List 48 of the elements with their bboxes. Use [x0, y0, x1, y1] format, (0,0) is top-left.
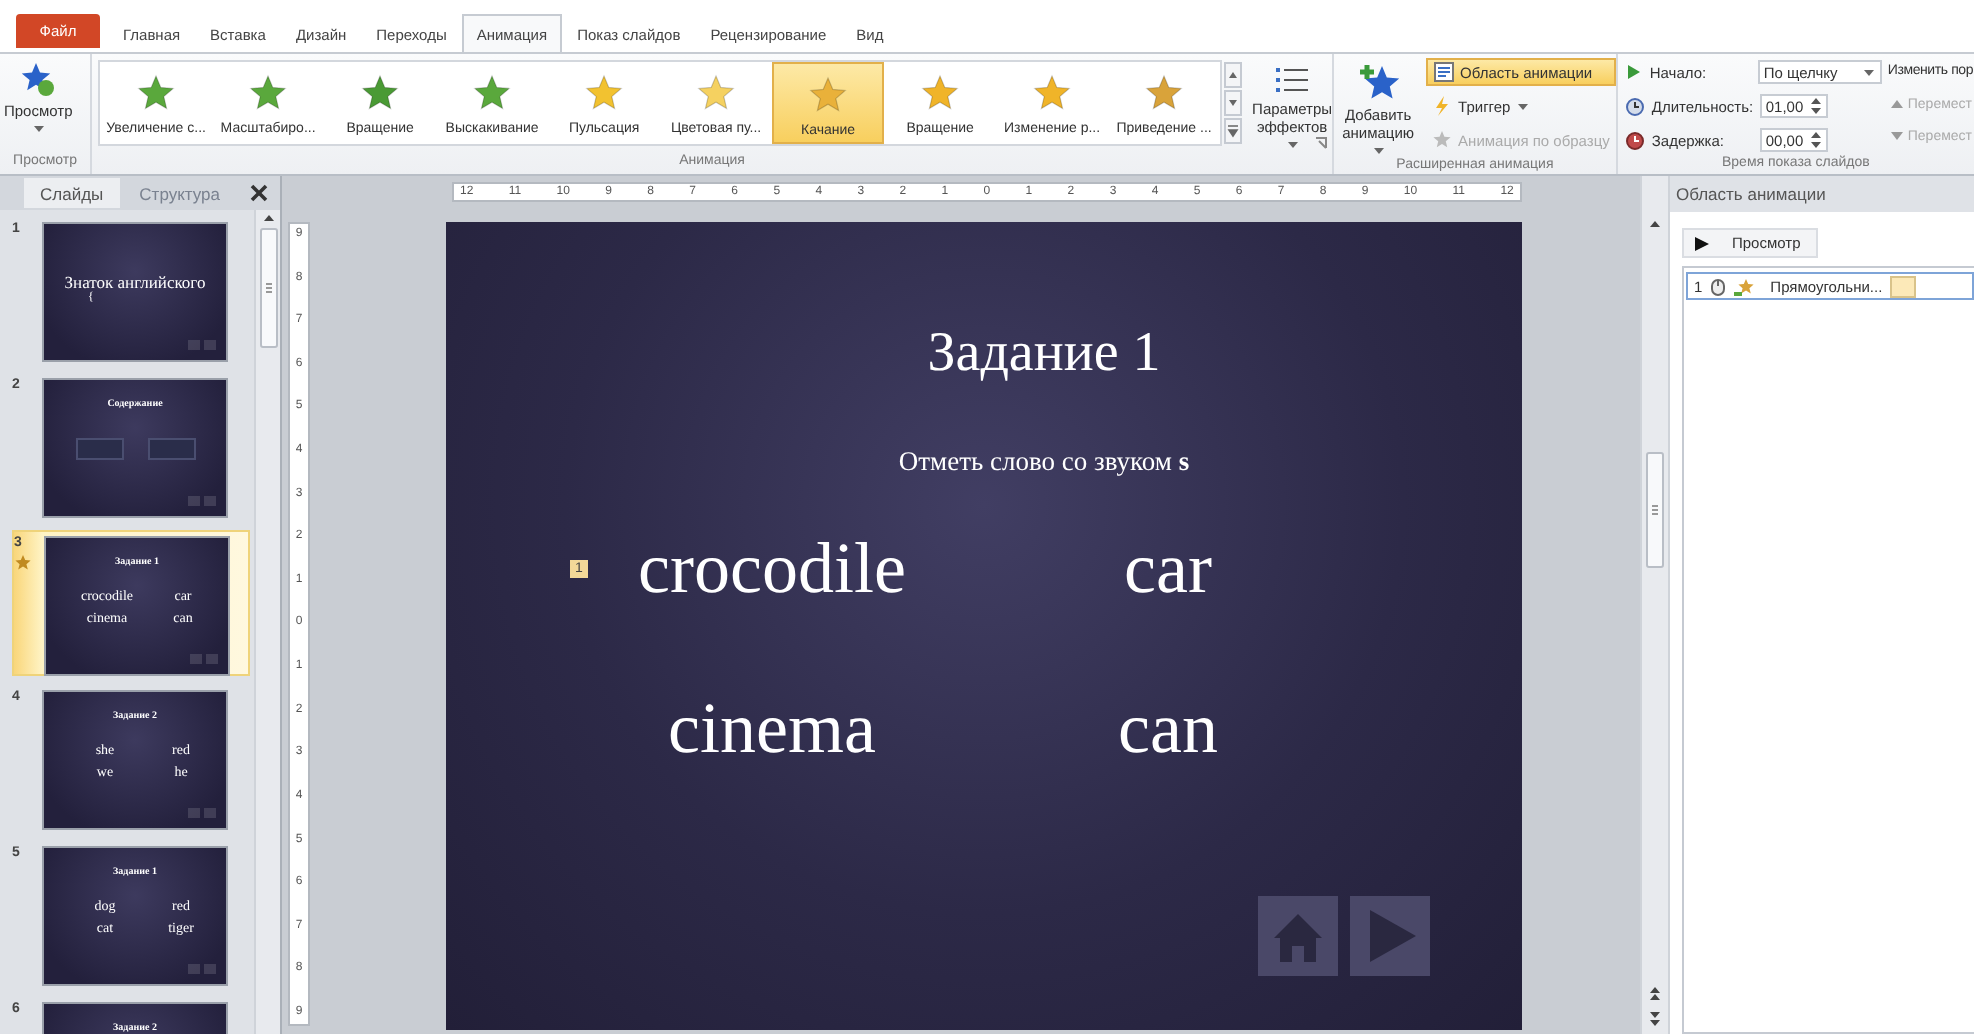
effect-icon — [1734, 277, 1757, 295]
nav-buttons-icon — [190, 654, 218, 664]
scroll-thumb-icon — [259, 228, 277, 348]
lightning-icon — [1432, 96, 1453, 116]
star-icon — [1432, 130, 1453, 150]
thumbnail-button — [147, 438, 195, 460]
play-icon — [1694, 235, 1710, 251]
nav-buttons-icon — [188, 340, 216, 350]
scroll-up-icon — [1644, 216, 1666, 232]
thumbnail-button — [75, 438, 123, 460]
caret-icon — [1516, 101, 1531, 111]
spinner-icon — [1809, 130, 1822, 150]
nav-buttons-icon — [188, 808, 216, 818]
caret-icon — [1285, 140, 1300, 150]
scrollbar[interactable] — [254, 210, 280, 1034]
mouse-icon — [1710, 277, 1727, 295]
pane-icon — [1434, 62, 1455, 82]
list-icon — [1274, 64, 1311, 96]
play-icon — [1350, 896, 1430, 976]
clock-icon — [1625, 131, 1644, 149]
scroll-thumb-icon — [1646, 452, 1664, 568]
caret-icon — [1371, 146, 1386, 156]
spinner-icon — [1809, 96, 1822, 116]
play-icon — [1625, 64, 1642, 80]
pane-title: Область анимации — [1670, 176, 1974, 212]
slide-title: Задание 1 — [927, 322, 1161, 386]
clock-icon — [1625, 97, 1644, 115]
answer-word[interactable]: crocodile — [638, 526, 906, 686]
slide-title: Знаток английского — [64, 272, 206, 292]
star-icon — [20, 62, 57, 98]
answer-word[interactable]: can — [1118, 686, 1218, 846]
caret-icon — [1861, 67, 1876, 77]
up-arrow-icon — [1889, 98, 1904, 110]
star-icon — [1356, 62, 1401, 102]
timing-bar-icon — [1890, 275, 1917, 297]
nav-buttons-icon — [188, 496, 216, 506]
page-nav-icon — [1644, 982, 1666, 1030]
dialog-launcher-icon — [1314, 136, 1329, 150]
slide-subtitle: Отметь слово со звуком s — [898, 446, 1190, 478]
home-icon — [1258, 896, 1338, 976]
answer-word[interactable]: cinema — [668, 686, 876, 846]
answer-word[interactable]: car — [1124, 526, 1212, 686]
panel-tab[interactable]: Слайды — [24, 178, 120, 208]
close-icon — [250, 184, 268, 202]
scrollbar[interactable] — [1640, 176, 1670, 1034]
caret-icon — [31, 124, 46, 134]
down-arrow-icon — [1889, 130, 1904, 142]
nav-buttons-icon — [188, 964, 216, 974]
